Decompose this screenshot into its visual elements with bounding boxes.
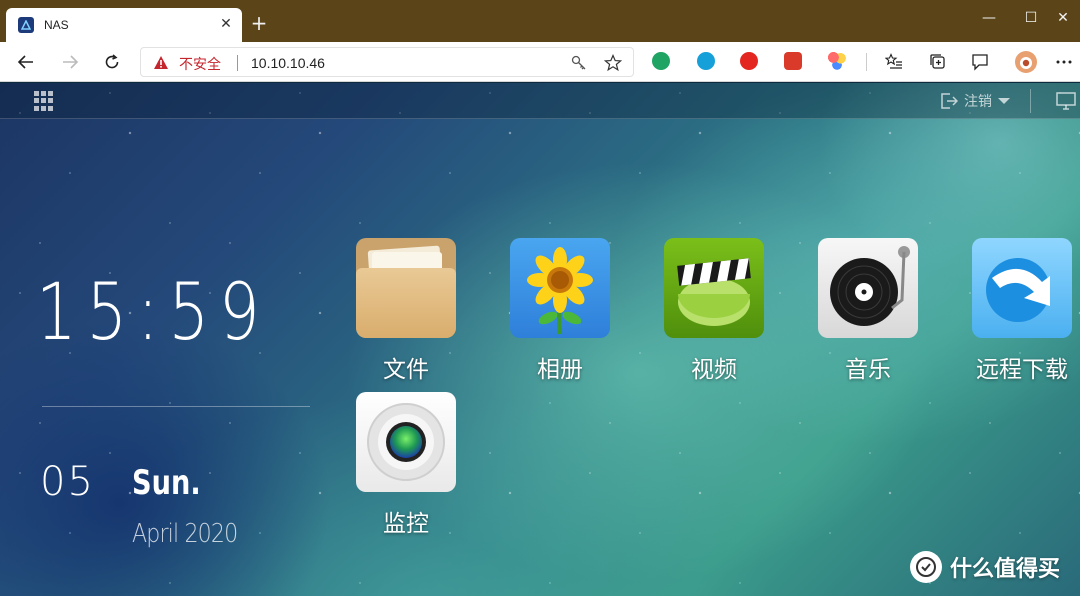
date-month-year: April 2020 bbox=[132, 519, 238, 549]
sunflower-photo-icon bbox=[510, 238, 610, 338]
app-remote-download[interactable]: 远程下载 bbox=[972, 238, 1072, 383]
chevron-down-icon bbox=[998, 98, 1010, 104]
app-grid-icon[interactable] bbox=[34, 91, 54, 111]
warning-icon[interactable] bbox=[153, 55, 169, 74]
new-tab-button[interactable]: + bbox=[248, 12, 270, 34]
insecure-label[interactable]: 不安全 bbox=[179, 54, 221, 74]
profile-avatar[interactable] bbox=[1014, 50, 1038, 74]
watermark: 什么值得买 bbox=[910, 551, 1060, 583]
app-photos[interactable]: 相册 bbox=[510, 238, 610, 383]
more-menu-icon[interactable] bbox=[1052, 50, 1076, 74]
topbar-separator bbox=[1030, 89, 1031, 113]
clock-divider bbox=[42, 406, 310, 407]
watermark-text: 什么值得买 bbox=[950, 557, 1061, 582]
address-separator bbox=[237, 55, 238, 71]
app-label: 相册 bbox=[537, 357, 583, 383]
tab-title: NAS bbox=[44, 18, 69, 32]
app-label: 音乐 bbox=[845, 357, 891, 383]
back-button[interactable] bbox=[12, 48, 40, 76]
turntable-icon bbox=[818, 238, 918, 338]
back-arrow-icon bbox=[17, 55, 33, 69]
app-surveillance[interactable]: 监控 bbox=[356, 392, 456, 537]
collections-icon[interactable] bbox=[926, 50, 950, 74]
clock-time: 15:59 bbox=[36, 268, 270, 358]
logout-label: 注销 bbox=[964, 94, 992, 110]
tab-close-icon[interactable]: ✕ bbox=[218, 16, 234, 32]
browser-toolbar: 不安全 10.10.10.46 bbox=[0, 42, 1080, 82]
app-label: 监控 bbox=[383, 511, 429, 537]
app-video[interactable]: 视频 bbox=[664, 238, 764, 383]
refresh-button[interactable] bbox=[98, 48, 126, 76]
download-arrow-icon bbox=[972, 238, 1072, 338]
favorites-list-icon[interactable] bbox=[882, 50, 906, 74]
app-files[interactable]: 文件 bbox=[356, 238, 456, 383]
extension-hand-icon[interactable] bbox=[740, 52, 758, 70]
forward-button[interactable] bbox=[56, 48, 84, 76]
close-window-button[interactable]: ✕ bbox=[1040, 4, 1080, 32]
app-label: 文件 bbox=[383, 357, 429, 383]
logout-button[interactable]: 注销 bbox=[940, 91, 1010, 111]
extension-code-icon[interactable] bbox=[697, 52, 715, 70]
app-music[interactable]: 音乐 bbox=[818, 238, 918, 383]
clapperboard-icon bbox=[664, 238, 764, 338]
extension-dots-icon[interactable] bbox=[784, 52, 802, 70]
date-weekday: Sun. bbox=[132, 463, 201, 503]
browser-titlebar: NAS ✕ + — ☐ ✕ bbox=[0, 0, 1080, 42]
app-label: 远程下载 bbox=[976, 357, 1068, 383]
extension-play-icon[interactable] bbox=[652, 52, 670, 70]
extension-color-icon[interactable] bbox=[828, 52, 846, 70]
nas-desktop: 注销 15:59 05 Sun. April 2020 文件 相册 视频 音乐 … bbox=[0, 83, 1080, 596]
nas-favicon-icon bbox=[18, 17, 34, 33]
watermark-logo-icon bbox=[910, 551, 942, 583]
address-bar[interactable]: 不安全 10.10.10.46 bbox=[140, 47, 634, 77]
camera-lens-icon bbox=[356, 392, 456, 492]
browser-tab[interactable]: NAS ✕ bbox=[6, 8, 242, 42]
folder-icon bbox=[356, 238, 456, 338]
minimize-button[interactable]: — bbox=[966, 4, 1012, 32]
logout-icon bbox=[941, 93, 958, 109]
forward-arrow-icon bbox=[63, 55, 79, 69]
url-text[interactable]: 10.10.10.46 bbox=[251, 55, 325, 71]
key-icon[interactable] bbox=[569, 53, 589, 73]
nas-topbar: 注销 bbox=[0, 83, 1080, 119]
monitor-icon[interactable] bbox=[1056, 92, 1076, 114]
toolbar-separator bbox=[866, 53, 867, 71]
date-day: 05 bbox=[40, 459, 95, 505]
feedback-icon[interactable] bbox=[968, 50, 992, 74]
refresh-icon bbox=[105, 54, 119, 69]
app-label: 视频 bbox=[691, 357, 737, 383]
favorite-star-icon[interactable] bbox=[603, 53, 623, 73]
